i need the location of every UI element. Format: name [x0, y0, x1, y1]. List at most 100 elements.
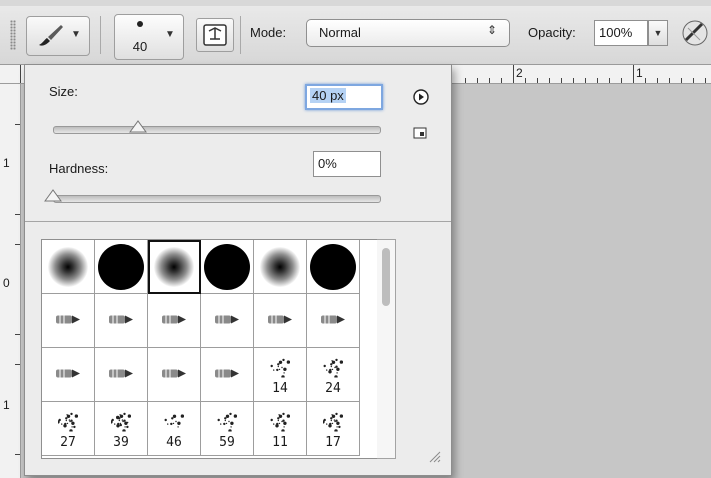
- save-preset-icon[interactable]: [413, 127, 427, 139]
- opacity-slider-toggle[interactable]: ▼: [648, 20, 668, 46]
- brush-preset-cell[interactable]: [148, 348, 201, 402]
- separator: [240, 16, 241, 54]
- brush-preset-grid: 14 24 27 39 46 59 11 17: [41, 239, 395, 459]
- size-slider[interactable]: [53, 126, 381, 134]
- updown-arrows-icon: ⇕: [486, 23, 497, 37]
- hardness-input[interactable]: 0%: [313, 151, 381, 177]
- scatter-brush-icon: [323, 358, 344, 381]
- brush-preset-cell[interactable]: [95, 240, 148, 294]
- bristle-brush-icon: [160, 365, 188, 384]
- brush-preset-cell[interactable]: 59: [201, 402, 254, 456]
- tool-preset-picker[interactable]: ▼: [26, 16, 90, 56]
- hardness-value: 0%: [318, 156, 337, 171]
- scatter-brush-icon: [164, 412, 185, 435]
- hard-brush-icon: [204, 243, 250, 290]
- resize-grip-icon[interactable]: [427, 449, 441, 463]
- brush-preset-cell[interactable]: [201, 294, 254, 348]
- opacity-input[interactable]: 100%: [594, 20, 648, 46]
- bristle-brush-icon: [160, 311, 188, 330]
- opacity-value: 100%: [599, 25, 633, 40]
- size-input[interactable]: 40 px: [305, 84, 383, 110]
- brush-preset-cell[interactable]: 46: [148, 402, 201, 456]
- size-slider-thumb[interactable]: [128, 119, 147, 133]
- bristle-brush-icon: [213, 365, 241, 384]
- brush-preset-size: 27: [60, 435, 76, 450]
- preset-scrollbar[interactable]: [377, 239, 396, 459]
- size-label: Size:: [49, 84, 78, 99]
- brush-preset-picker[interactable]: 40 ▼: [114, 14, 184, 60]
- opacity-label: Opacity:: [528, 25, 576, 40]
- scatter-brush-icon: [109, 412, 132, 435]
- mode-select[interactable]: Normal ⇕: [306, 19, 510, 47]
- brush-tool-icon: [39, 25, 63, 46]
- brush-preset-cell[interactable]: 27: [42, 402, 95, 456]
- brush-preset-size: 59: [219, 435, 235, 450]
- separator: [100, 16, 101, 54]
- brush-preset-cell[interactable]: 11: [254, 402, 307, 456]
- size-value: 40 px: [310, 88, 346, 103]
- bristle-brush-icon: [54, 311, 82, 330]
- hardness-label: Hardness:: [49, 161, 109, 176]
- ruler-label: 2: [516, 66, 523, 80]
- mode-value: Normal: [319, 25, 361, 40]
- toolbar-grip[interactable]: [10, 20, 16, 50]
- bristle-brush-icon: [107, 311, 135, 330]
- brush-preset-cell[interactable]: 17: [307, 402, 360, 456]
- mode-label: Mode:: [250, 25, 287, 40]
- brush-preset-cell[interactable]: 24: [307, 348, 360, 402]
- bristle-brush-icon: [266, 311, 294, 330]
- options-bar: ▼ 40 ▼ Mode: Normal ⇕ Opacity: 100% ▼: [0, 6, 711, 65]
- brush-preset-cell[interactable]: [148, 294, 201, 348]
- scrollbar-knob[interactable]: [382, 248, 390, 306]
- brush-panel-toggle[interactable]: [196, 18, 234, 52]
- brush-preset-cell[interactable]: [42, 294, 95, 348]
- brush-preset-cell[interactable]: [254, 240, 307, 294]
- panel-divider: [25, 221, 451, 222]
- brush-panel-icon: [203, 24, 227, 46]
- ruler-label: 1: [3, 398, 10, 412]
- soft-brush-icon: [154, 246, 194, 287]
- bristle-brush-icon: [319, 311, 347, 330]
- brush-preset-cell[interactable]: [42, 240, 95, 294]
- hard-brush-icon: [310, 243, 356, 290]
- hardness-slider-thumb[interactable]: [44, 188, 62, 202]
- chevron-down-icon: ▼: [165, 29, 175, 40]
- ruler-label: 1: [636, 66, 643, 80]
- airbrush-toggle[interactable]: [680, 18, 711, 50]
- vertical-ruler: 1 0 1: [0, 84, 21, 478]
- soft-brush-icon: [48, 246, 88, 287]
- soft-brush-icon: [260, 246, 300, 287]
- ruler-label: 0: [3, 276, 10, 290]
- brush-preset-cell[interactable]: 39: [95, 402, 148, 456]
- play-menu-icon[interactable]: [413, 89, 429, 105]
- brush-preset-cell[interactable]: [307, 294, 360, 348]
- brush-preset-size: 39: [113, 435, 129, 450]
- brush-preset-cell[interactable]: [201, 348, 254, 402]
- brush-preset-panel: Size: 40 px Hardness: 0% 14 24 27 39 46 59 11 1…: [24, 64, 452, 476]
- bristle-brush-icon: [213, 311, 241, 330]
- ruler-label: 1: [3, 156, 10, 170]
- scatter-brush-icon: [321, 412, 344, 435]
- scatter-brush-icon: [270, 412, 291, 435]
- brush-preset-size: 11: [272, 435, 288, 450]
- chevron-down-icon: ▼: [71, 29, 81, 40]
- brush-preset-size: 46: [166, 435, 182, 450]
- brush-preset-cell[interactable]: [95, 294, 148, 348]
- brush-size-readout: 40: [132, 39, 148, 54]
- airbrush-toggle-icon: [682, 20, 708, 46]
- brush-preset-cell[interactable]: [254, 294, 307, 348]
- scatter-brush-icon: [217, 412, 238, 435]
- brush-preset-cell[interactable]: 14: [254, 348, 307, 402]
- brush-preset-cell[interactable]: [42, 348, 95, 402]
- hardness-slider[interactable]: [53, 195, 381, 203]
- brush-preset-cell[interactable]: [148, 240, 201, 294]
- bristle-brush-icon: [107, 365, 135, 384]
- scatter-brush-icon: [270, 358, 291, 381]
- brush-preset-size: 14: [272, 381, 288, 396]
- bristle-brush-icon: [54, 365, 82, 384]
- brush-preset-cell[interactable]: [201, 240, 254, 294]
- brush-preset-cell[interactable]: [95, 348, 148, 402]
- scatter-brush-icon: [56, 412, 79, 435]
- brush-preset-cell[interactable]: [307, 240, 360, 294]
- brush-preset-dot-icon: [137, 21, 143, 27]
